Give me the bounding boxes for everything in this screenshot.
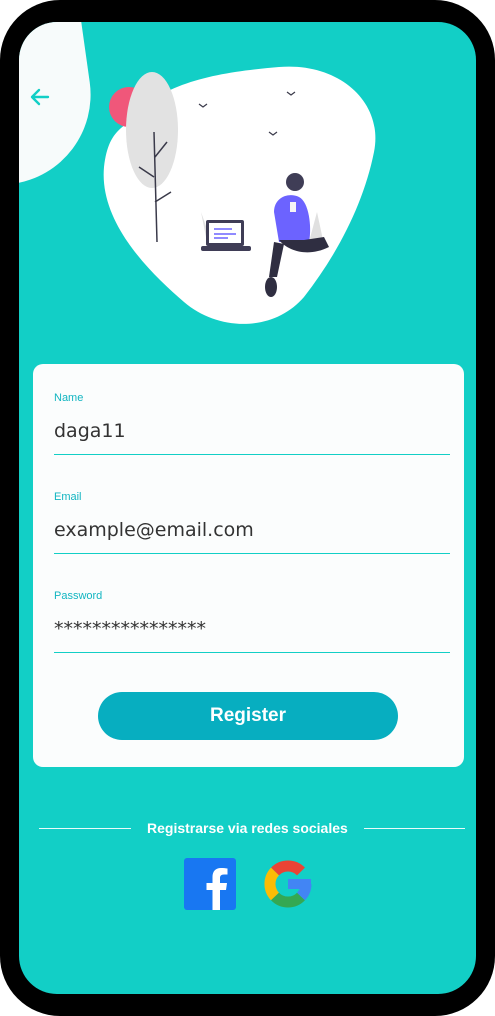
email-field: Email — [54, 491, 450, 554]
social-divider-text: Registrarse via redes sociales — [147, 820, 348, 836]
name-label: Name — [54, 392, 84, 404]
facebook-icon[interactable] — [184, 858, 236, 910]
register-form-card: Name Email Password Register — [33, 364, 464, 767]
google-icon[interactable] — [262, 858, 314, 910]
name-field: Name — [54, 392, 450, 455]
phone-frame: Name Email Password Register Registrarse… — [0, 0, 495, 1016]
divider-line-left — [39, 827, 131, 829]
password-label: Password — [54, 590, 103, 602]
social-divider: Registrarse via redes sociales — [39, 817, 465, 839]
arrow-left-icon — [30, 88, 50, 106]
password-input[interactable] — [54, 612, 450, 652]
password-field: Password — [54, 590, 450, 653]
divider-line-right — [363, 827, 465, 829]
name-input[interactable] — [54, 414, 450, 454]
back-button[interactable] — [25, 82, 55, 112]
person-laptop-illustration — [103, 66, 376, 324]
register-button[interactable]: Register — [98, 692, 398, 740]
register-screen: Name Email Password Register Registrarse… — [19, 22, 476, 994]
email-input[interactable] — [54, 513, 450, 553]
email-label: Email — [54, 491, 82, 503]
